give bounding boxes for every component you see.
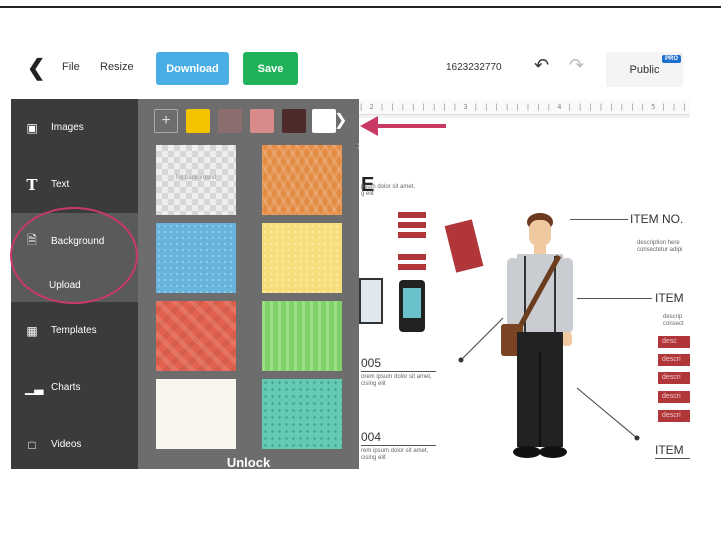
color-swatch[interactable]: [250, 109, 274, 133]
number-1-text-2[interactable]: cising elit: [361, 381, 386, 388]
unlock-button[interactable]: Unlock: [138, 455, 359, 469]
divider-line: [655, 458, 690, 459]
red-bar[interactable]: [398, 212, 426, 218]
background-tile[interactable]: [262, 145, 342, 215]
sidebar-item-videos[interactable]: □ Videos: [11, 416, 138, 473]
image-icon: ▣: [26, 120, 38, 135]
text-icon: T: [26, 175, 38, 194]
download-button[interactable]: Download: [156, 52, 229, 85]
color-swatch[interactable]: [186, 109, 210, 133]
sidebar-item-label: Charts: [51, 382, 81, 393]
number-label-1[interactable]: 005: [361, 356, 381, 370]
number-2-text-1[interactable]: rem ipsum dolor sit amet,: [361, 448, 428, 455]
red-bar[interactable]: [398, 222, 426, 228]
resize-menu[interactable]: Resize: [100, 61, 134, 73]
red-rectangle[interactable]: [444, 219, 484, 273]
chart-icon: ▁▃: [25, 380, 44, 395]
divider-line: [361, 371, 436, 372]
color-swatch[interactable]: [312, 109, 336, 133]
item-label-1[interactable]: ITEM NO.: [630, 212, 683, 226]
number-label-2[interactable]: 004: [361, 430, 381, 444]
background-tile[interactable]: [262, 301, 342, 371]
highlight-ellipse: [10, 207, 138, 304]
canvas-page[interactable]: E psum dolor sit amet, g elit 005 orem i…: [355, 118, 690, 469]
background-tile[interactable]: [262, 379, 342, 449]
visibility-label: Public: [629, 63, 660, 76]
red-bar[interactable]: [398, 264, 426, 270]
sidebar-item-label: Templates: [51, 325, 97, 336]
document-id: 1623232770: [446, 62, 502, 73]
background-tile[interactable]: [262, 223, 342, 293]
annotation-arrow-icon: [360, 116, 446, 136]
sidebar-item-templates[interactable]: ▦ Templates: [11, 302, 138, 359]
top-toolbar: ❮ File Resize Download Save 1623232770 ↶…: [0, 40, 721, 98]
no-background-label: No background: [175, 175, 217, 181]
number-2-text-2[interactable]: cising elit: [361, 455, 386, 462]
item-label-3[interactable]: ITEM: [655, 443, 684, 457]
file-menu[interactable]: File: [62, 61, 80, 73]
visibility-button[interactable]: Public PRO: [606, 52, 683, 87]
phone-graphic[interactable]: [399, 280, 425, 332]
red-bar[interactable]: [398, 232, 426, 238]
intro-text-2[interactable]: g elit: [361, 191, 374, 198]
sidebar-item-label: Text: [51, 179, 70, 190]
divider-line: [361, 445, 436, 446]
save-button[interactable]: Save: [243, 52, 298, 85]
video-icon: □: [28, 437, 36, 452]
pro-badge: PRO: [661, 55, 681, 63]
sidebar-item-images[interactable]: ▣ Images: [11, 99, 138, 156]
red-bar[interactable]: [398, 254, 426, 260]
laptop-graphic[interactable]: [359, 278, 383, 324]
background-tile[interactable]: [156, 379, 236, 449]
redo-icon[interactable]: ↷: [569, 55, 584, 76]
background-panel: + ❯ × No background Unlock: [138, 99, 359, 469]
sidebar-item-charts[interactable]: ▁▃ Charts: [11, 359, 138, 416]
top-border: [0, 6, 721, 8]
background-tile-none[interactable]: No background: [156, 145, 236, 215]
intro-text-1[interactable]: psum dolor sit amet,: [361, 184, 415, 191]
add-color-icon[interactable]: +: [154, 109, 178, 133]
design-canvas[interactable]: | 2 | | | | | | | | 3 | | | | | | | | 4 …: [355, 100, 690, 469]
color-swatch[interactable]: [218, 109, 242, 133]
pointer-line: [577, 298, 652, 299]
item-label-2[interactable]: ITEM: [655, 291, 684, 305]
item-1-desc-2[interactable]: consectetur adipi: [637, 247, 682, 254]
sidebar-item-label: Videos: [51, 439, 82, 450]
undo-icon[interactable]: ↶: [534, 55, 549, 76]
sidebar-item-label: Images: [51, 122, 84, 133]
number-1-text-1[interactable]: orem ipsum dolor sit amet,: [361, 374, 432, 381]
item-1-desc-1[interactable]: description here: [637, 240, 680, 247]
templates-icon: ▦: [26, 323, 38, 338]
back-arrow-icon[interactable]: ❮: [27, 55, 45, 81]
sidebar-item-text[interactable]: T Text: [11, 156, 138, 213]
color-swatch[interactable]: [282, 109, 306, 133]
background-tile[interactable]: [156, 301, 236, 371]
chevron-right-icon[interactable]: ❯: [334, 109, 347, 133]
pointer-line: [570, 219, 628, 220]
background-tile[interactable]: [156, 223, 236, 293]
pointer-lines: [458, 317, 640, 441]
